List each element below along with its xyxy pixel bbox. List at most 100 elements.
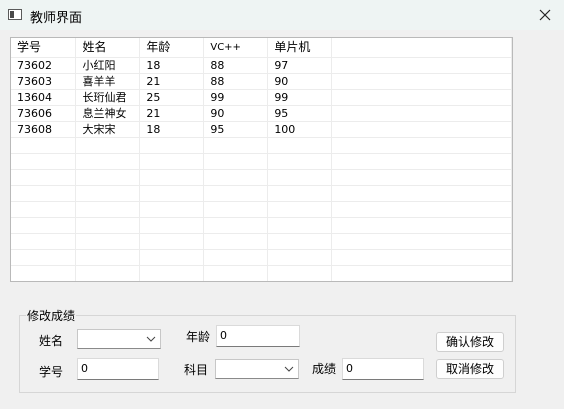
column-header-name[interactable]: 姓名	[75, 38, 141, 58]
table-cell-empty	[267, 137, 333, 154]
column-header-id[interactable]: 学号	[11, 38, 77, 58]
score-input[interactable]: 0	[342, 358, 424, 380]
table-cell[interactable]: 息兰神女	[75, 105, 141, 122]
table-cell-empty	[332, 282, 512, 283]
table-cell-empty	[331, 57, 512, 74]
table-row[interactable]: 13604 长珩仙君 25 99 99	[11, 89, 512, 106]
table-cell-empty	[11, 249, 77, 266]
table-cell[interactable]: 长珩仙君	[75, 89, 141, 106]
table-cell-empty	[140, 282, 204, 283]
table-row-empty	[11, 249, 512, 266]
name-combobox[interactable]	[77, 329, 161, 349]
table-row-empty	[11, 153, 512, 170]
table-cell[interactable]: 88	[203, 73, 269, 90]
table-cell[interactable]: 13604	[11, 89, 77, 106]
table-cell-empty	[11, 282, 76, 283]
table-cell-empty	[203, 217, 269, 234]
table-cell[interactable]: 73606	[11, 105, 77, 122]
table-cell[interactable]: 18	[139, 121, 205, 138]
table-cell-empty	[331, 89, 512, 106]
table-cell[interactable]: 73608	[11, 121, 77, 138]
table-cell-empty	[203, 265, 269, 281]
column-header-empty	[331, 38, 512, 58]
table-cell-empty	[75, 217, 141, 234]
chevron-down-icon	[146, 336, 156, 342]
table-cell[interactable]: 21	[139, 105, 205, 122]
table-cell-empty	[267, 265, 333, 281]
table-header-row: 学号 姓名 年龄 VC++ 单片机	[11, 38, 512, 58]
id-input[interactable]: 0	[77, 358, 159, 380]
table-cell-empty	[267, 201, 333, 218]
score-grid: 学号 姓名 年龄 VC++ 单片机 73602 小红阳 18 88 97 73603 喜羊羊…	[11, 38, 512, 283]
table-cell-empty	[267, 185, 333, 202]
table-cell-empty	[331, 153, 512, 170]
table-cell[interactable]: 18	[139, 57, 205, 74]
table-cell-empty	[331, 185, 512, 202]
cancel-edit-button[interactable]: 取消修改	[436, 359, 504, 379]
table-row-empty	[11, 169, 512, 186]
table-cell-empty	[75, 201, 141, 218]
window-title: 教师界面	[30, 11, 83, 26]
column-header-mcu[interactable]: 单片机	[267, 38, 333, 58]
table-cell-empty	[203, 233, 269, 250]
table-row[interactable]: 73606 息兰神女 21 90 95	[11, 105, 512, 122]
table-cell-empty	[11, 153, 77, 170]
table-cell[interactable]: 100	[267, 121, 333, 138]
table-cell-empty	[76, 282, 140, 283]
table-cell-empty	[11, 217, 77, 234]
age-input[interactable]: 0	[216, 325, 300, 347]
title-bar: 教师界面	[0, 0, 564, 30]
table-cell-empty	[203, 169, 269, 186]
close-button[interactable]	[530, 3, 560, 27]
table-cell-empty	[331, 73, 512, 90]
table-cell-empty	[75, 137, 141, 154]
table-cell[interactable]: 97	[267, 57, 333, 74]
table-row[interactable]: 73602 小红阳 18 88 97	[11, 57, 512, 74]
table-cell-empty	[139, 185, 205, 202]
table-cell-empty	[139, 153, 205, 170]
table-cell-empty	[11, 201, 77, 218]
table-cell[interactable]: 88	[203, 57, 269, 74]
id-label: 学号	[39, 365, 64, 379]
table-cell-empty	[75, 233, 141, 250]
table-row[interactable]: 73603 喜羊羊 21 88 90	[11, 73, 512, 90]
table-cell-empty	[331, 217, 512, 234]
table-cell[interactable]: 99	[203, 89, 269, 106]
subject-combobox[interactable]	[215, 359, 299, 379]
column-header-vcpp[interactable]: VC++	[203, 38, 269, 58]
table-cell[interactable]: 小红阳	[75, 57, 141, 74]
table-cell[interactable]: 喜羊羊	[75, 73, 141, 90]
table-row-empty	[11, 201, 512, 218]
table-row-empty	[11, 282, 512, 283]
table-cell[interactable]: 95	[203, 121, 269, 138]
chevron-down-icon	[284, 366, 294, 372]
table-cell[interactable]: 73603	[11, 73, 77, 90]
table-row-empty	[11, 217, 512, 234]
table-cell-empty	[331, 249, 512, 266]
table-row[interactable]: 73608 大宋宋 18 95 100	[11, 121, 512, 138]
table-cell-empty	[331, 137, 512, 154]
table-row-empty	[11, 185, 512, 202]
table-cell[interactable]: 90	[267, 73, 333, 90]
table-cell[interactable]: 99	[267, 89, 333, 106]
column-header-age[interactable]: 年龄	[139, 38, 205, 58]
table-cell-empty	[203, 137, 269, 154]
subject-label: 科目	[184, 363, 209, 377]
table-cell-empty	[75, 153, 141, 170]
table-cell-empty	[11, 137, 77, 154]
score-table[interactable]: 学号 姓名 年龄 VC++ 单片机 73602 小红阳 18 88 97 73603 喜羊羊…	[10, 37, 513, 282]
table-cell[interactable]: 大宋宋	[75, 121, 141, 138]
table-cell[interactable]: 90	[203, 105, 269, 122]
table-cell-empty	[203, 153, 269, 170]
table-cell[interactable]: 21	[139, 73, 205, 90]
table-cell[interactable]: 73602	[11, 57, 77, 74]
table-row-empty	[11, 265, 512, 281]
table-cell-empty	[11, 265, 77, 281]
score-label: 成绩	[312, 362, 337, 376]
app-window-icon	[8, 9, 22, 20]
table-cell[interactable]: 95	[267, 105, 333, 122]
table-cell[interactable]: 25	[139, 89, 205, 106]
table-cell-empty	[75, 169, 141, 186]
table-cell-empty	[75, 185, 141, 202]
confirm-edit-button[interactable]: 确认修改	[436, 332, 504, 352]
